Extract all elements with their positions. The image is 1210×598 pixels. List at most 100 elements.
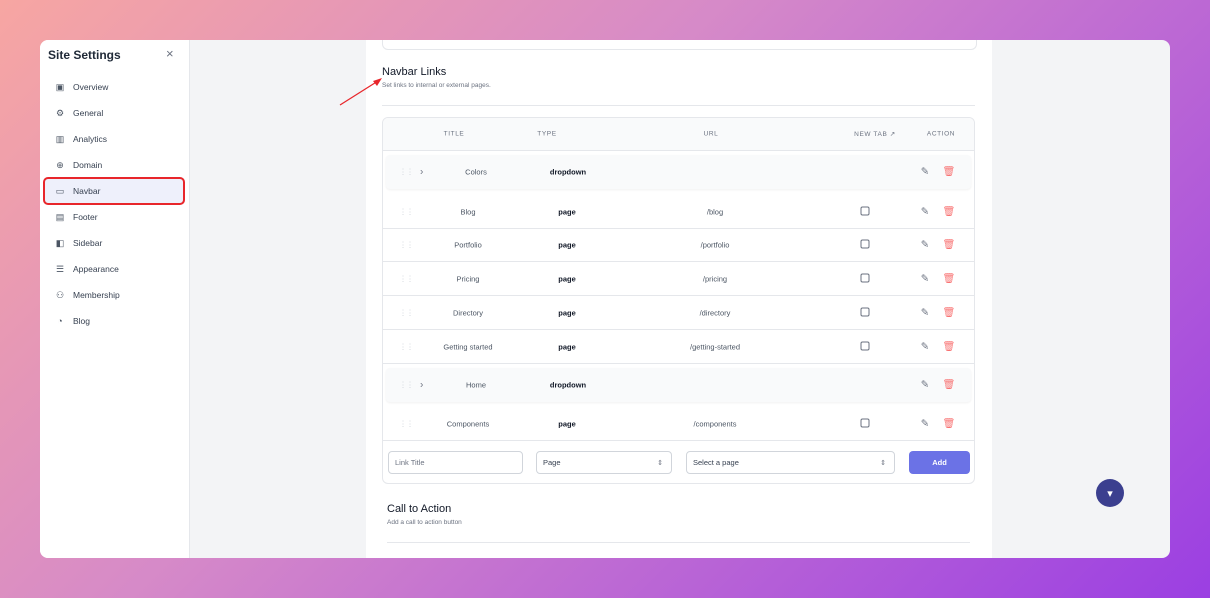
trash-icon[interactable]: 🗑︎ [943,167,956,178]
sidebar-item-analytics[interactable]: ▥ Analytics [44,126,184,152]
new-tab-checkbox[interactable] [860,418,870,427]
sidebar-item-label: Footer [73,212,98,222]
trash-icon[interactable]: 🗑︎ [943,273,956,284]
external-link-icon: ↗ [889,131,896,138]
drag-handle-icon[interactable]: ⋮⋮ [399,381,414,390]
sidebar-item-domain[interactable]: ⊕ Domain [44,152,184,178]
chevron-right-icon[interactable]: › [420,380,423,391]
table-row: ⋮⋮ › Home dropdown ✎ 🗑︎ [386,368,971,402]
new-tab-checkbox[interactable] [860,307,870,316]
edit-icon[interactable]: ✎ [921,341,929,352]
page-select[interactable]: Select a page ⇕ [686,451,895,474]
chat-button[interactable]: ▾ [1096,479,1124,507]
row-type: page [558,419,576,428]
cta-title: Call to Action [387,503,452,515]
trash-icon[interactable]: 🗑︎ [943,206,956,217]
sidebar-item-appearance[interactable]: ☰ Appearance [44,256,184,282]
sidebar-item-label: Blog [73,316,91,326]
sidebar-item-label: Navbar [73,186,101,196]
table-row: ⋮⋮ Portfolio page/portfolio ✎ 🗑︎ [383,228,974,262]
sidebar-item-navbar[interactable]: ▭ Navbar [43,177,185,205]
sidebar-item-label: Analytics [73,134,108,144]
annotation-arrow [339,78,382,106]
sidebar-item-label: Appearance [73,264,119,274]
chevron-right-icon[interactable]: › [420,167,423,178]
sidebar-item-general[interactable]: ⚙ General [44,100,184,126]
edit-icon[interactable]: ✎ [921,380,929,391]
sidebar-item-label: Sidebar [73,238,103,248]
header-action: ACTION [926,130,956,138]
trash-icon[interactable]: 🗑︎ [943,307,956,318]
trash-icon[interactable]: 🗑︎ [943,239,956,250]
table-row: ⋮⋮ Pricing page/pricing ✎ 🗑︎ [383,262,974,296]
chat-icon: ▾ [1107,487,1113,500]
sliders-icon: ☰ [55,263,65,274]
header-url: URL [703,130,719,138]
close-icon[interactable]: × [166,46,174,61]
trash-icon[interactable]: 🗑︎ [943,418,956,429]
row-type: page [558,342,576,351]
sidebar-item-blog[interactable]: ◔ Blog [44,308,184,334]
sidebar: Site Settings × ▣ Overview ⚙ General ▥ Analyt… [40,40,190,558]
trash-icon[interactable]: 🗑︎ [943,380,956,391]
edit-icon[interactable]: ✎ [921,307,929,318]
select-arrows-icon: ⇕ [657,459,663,467]
row-type: dropdown [549,167,587,177]
drag-handle-icon[interactable]: ⋮⋮ [399,240,414,249]
header-type: TYPE [537,130,557,138]
gear-icon: ⚙ [55,107,65,118]
row-type: page [558,308,576,317]
add-button[interactable]: Add [909,451,970,474]
sidebar-item-label: Membership [73,290,120,300]
select-arrows-icon: ⇕ [880,459,886,467]
new-tab-checkbox[interactable] [860,206,870,215]
drag-handle-icon[interactable]: ⋮⋮ [399,168,414,177]
new-tab-checkbox[interactable] [860,273,870,282]
row-title: Colors [465,167,487,177]
page-select-value: Select a page [693,458,739,467]
row-title: Directory [452,308,484,317]
bar-chart-icon: ▥ [55,133,65,144]
settings-window: Site Settings × ▣ Overview ⚙ General ▥ Analyt… [40,40,1170,558]
divider [382,105,975,106]
presentation-icon: ▣ [55,81,65,92]
edit-icon[interactable]: ✎ [921,206,929,217]
sidebar-item-membership[interactable]: ⚇ Membership [44,282,184,308]
table-header: TITLE TYPE URL NEW TAB ↗ ACTION [383,118,974,151]
main-area: Navbar Links Set links to internal or ex… [190,40,1170,558]
row-title: Getting started [443,342,493,351]
sidebar-item-footer[interactable]: ▤ Footer [44,204,184,230]
table-row: ⋮⋮ Blog page/blog ✎ 🗑︎ [383,195,974,229]
row-title: Pricing [456,274,480,283]
sidebar-item-label: Domain [73,160,103,170]
drag-handle-icon[interactable]: ⋮⋮ [399,342,414,351]
section-subtitle: Set links to internal or external pages. [382,82,491,89]
sidebar-item-overview[interactable]: ▣ Overview [44,74,184,100]
sidebar-nav: ▣ Overview ⚙ General ▥ Analytics ⊕ Domain ▭ Navba… [43,74,185,334]
type-select[interactable]: Page ⇕ [536,451,672,474]
row-type: page [558,274,576,283]
row-url: /blog [706,207,724,216]
monitor-icon: ▭ [55,185,65,196]
new-tab-checkbox[interactable] [860,239,870,248]
sidebar-item-label: General [73,108,104,118]
edit-icon[interactable]: ✎ [921,167,929,178]
row-url: /getting-started [689,342,741,351]
row-type: page [558,240,576,249]
drag-handle-icon[interactable]: ⋮⋮ [399,308,414,317]
table-row: ⋮⋮ › Colors dropdown ✎ 🗑︎ [386,155,971,189]
drag-handle-icon[interactable]: ⋮⋮ [399,274,414,283]
link-title-input[interactable]: Link Title [388,451,523,474]
edit-icon[interactable]: ✎ [921,418,929,429]
navbar-links-table: TITLE TYPE URL NEW TAB ↗ ACTION ⋮⋮ › Color… [382,117,975,484]
new-tab-checkbox[interactable] [860,341,870,350]
row-title: Portfolio [454,240,482,249]
edit-icon[interactable]: ✎ [921,273,929,284]
edit-icon[interactable]: ✎ [921,239,929,250]
table-row: ⋮⋮ Components page/components ✎ 🗑︎ [383,407,974,441]
trash-icon[interactable]: 🗑︎ [943,341,956,352]
drag-handle-icon[interactable]: ⋮⋮ [399,419,414,428]
row-url: /directory [699,308,731,317]
drag-handle-icon[interactable]: ⋮⋮ [399,207,414,216]
sidebar-item-sidebar[interactable]: ◧ Sidebar [44,230,184,256]
